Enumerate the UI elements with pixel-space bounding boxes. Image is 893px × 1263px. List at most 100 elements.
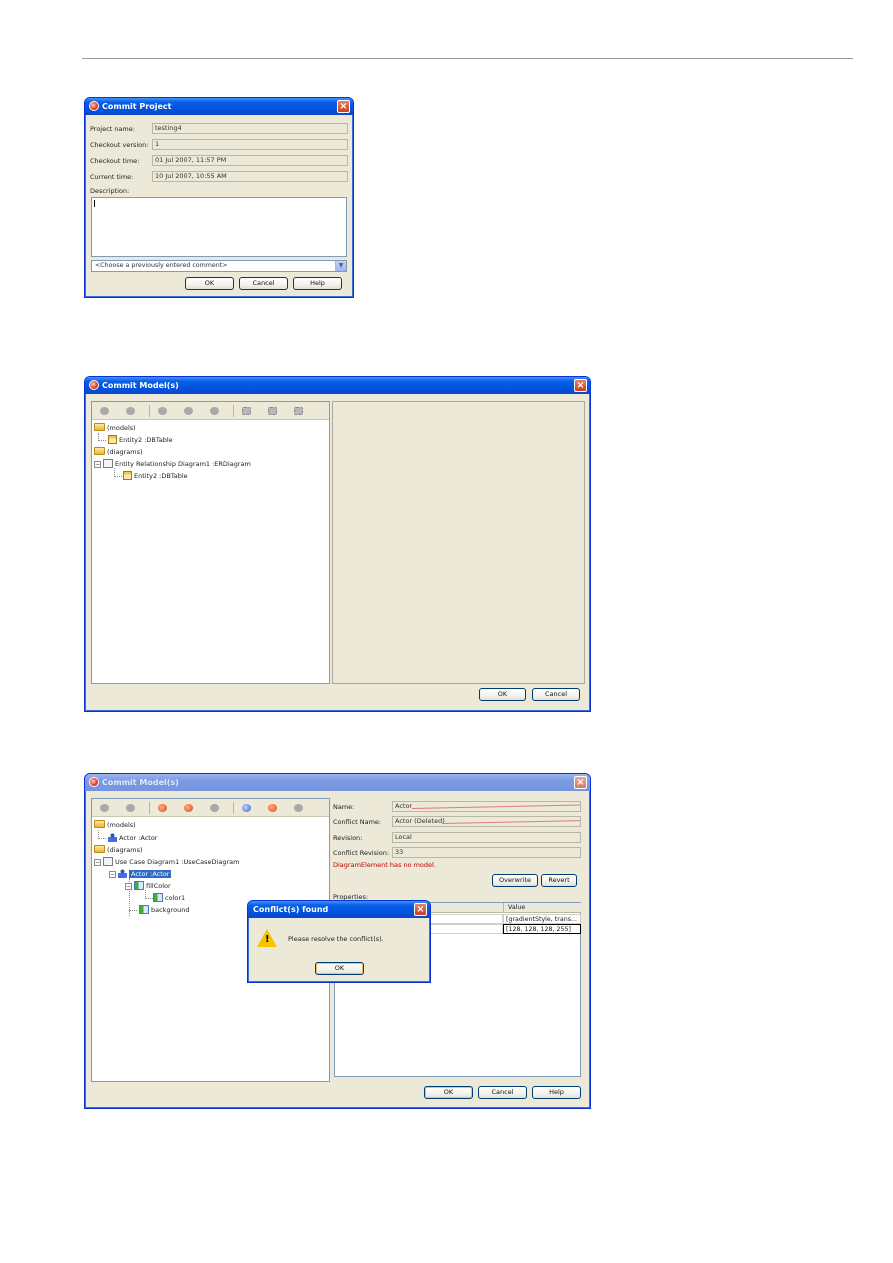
select-icon[interactable] — [242, 804, 251, 812]
tree-node-fillcolor[interactable]: − fillColor — [125, 881, 171, 891]
ok-button[interactable]: OK — [185, 277, 234, 290]
db-table-icon — [108, 435, 117, 444]
cancel-button[interactable]: Cancel — [532, 688, 580, 701]
current-time-label: Current time: — [90, 173, 134, 181]
select-icon[interactable] — [294, 804, 303, 812]
actor-icon — [108, 833, 117, 842]
help-button[interactable]: Help — [293, 277, 342, 290]
col-header-value[interactable]: Value — [503, 903, 581, 913]
ok-button[interactable]: OK — [424, 1086, 473, 1099]
error-message: DiagramElement has no model. — [333, 861, 436, 869]
cancel-button[interactable]: Cancel — [239, 277, 288, 290]
revert-button[interactable]: Revert — [541, 874, 577, 887]
property-icon — [153, 893, 163, 902]
close-button[interactable]: × — [337, 100, 350, 113]
tree-node-actor[interactable]: Actor :Actor — [108, 833, 157, 843]
tree-node-er-diagram[interactable]: − Entity Relationship Diagram1 :ERDiagram — [94, 459, 251, 469]
tree-node-diagram-entity[interactable]: Entity2 :DBTable — [123, 471, 188, 481]
project-name-field: testing4 — [152, 123, 348, 134]
description-textarea[interactable] — [91, 197, 347, 257]
details-panel — [332, 401, 585, 684]
commit-project-dialog: Commit Project × Project name: testing4 … — [84, 97, 354, 298]
text-caret — [94, 200, 95, 207]
property-value-cell[interactable]: [128, 128, 128, 255] — [503, 924, 581, 934]
revision-label: Revision: — [333, 834, 363, 842]
chevron-down-icon[interactable]: ▼ — [335, 261, 346, 271]
collapse-toggle-icon[interactable]: − — [94, 461, 101, 468]
select-icon[interactable] — [294, 407, 303, 415]
toolbar-separator — [149, 405, 150, 417]
cancel-button[interactable]: Cancel — [478, 1086, 527, 1099]
toolbar-separator — [233, 405, 234, 417]
filter-icon[interactable] — [210, 407, 219, 415]
expand-all-icon[interactable] — [100, 407, 109, 415]
actor-icon — [118, 869, 127, 878]
tree-node-usecase-diagram[interactable]: − Use Case Diagram1 :UseCaseDiagram — [94, 857, 239, 867]
conflict-revision-label: Conflict Revision: — [333, 849, 390, 857]
toolbar-separator — [149, 802, 150, 814]
title-bar: Commit Model(s) × — [85, 377, 590, 394]
overwrite-button[interactable]: Overwrite — [492, 874, 538, 887]
popup-title: Conflict(s) found — [253, 905, 329, 914]
close-button[interactable]: × — [414, 903, 427, 916]
conflict-name-label: Conflict Name: — [333, 818, 382, 826]
folder-icon — [94, 447, 105, 455]
app-icon — [89, 777, 99, 787]
tree-node-diagrams[interactable]: (diagrams) — [94, 447, 143, 457]
dialog-title: Commit Model(s) — [102, 778, 179, 787]
filter-icon[interactable] — [158, 804, 167, 812]
filter-icon[interactable] — [184, 804, 193, 812]
current-time-field: 10 Jul 2007, 10:55 AM — [152, 171, 348, 182]
previous-comment-combo[interactable]: <Choose a previously entered comment> ▼ — [91, 260, 347, 272]
select-icon[interactable] — [268, 804, 277, 812]
close-button[interactable]: × — [574, 379, 587, 392]
tree-toolbar — [92, 402, 329, 420]
ok-button[interactable]: OK — [479, 688, 526, 701]
select-icon[interactable] — [268, 407, 277, 415]
close-button[interactable]: × — [574, 776, 587, 789]
tree-node-selected-actor[interactable]: − Actor :Actor — [109, 869, 172, 879]
er-diagram-icon — [103, 459, 113, 468]
select-icon[interactable] — [242, 407, 251, 415]
model-tree-panel: (models) Entity2 :DBTable (diagrams) − En… — [91, 401, 330, 684]
db-table-icon — [123, 471, 132, 480]
revision-field: Local — [392, 832, 581, 843]
help-button[interactable]: Help — [532, 1086, 581, 1099]
dialog-title: Commit Model(s) — [102, 381, 179, 390]
conflict-revision-field: 33 — [392, 847, 581, 858]
tree-node-models[interactable]: (models) — [94, 423, 136, 433]
name-label: Name: — [333, 803, 355, 811]
property-value-cell[interactable]: [gradientStyle, trans... — [503, 914, 581, 924]
checkout-time-field: 01 Jul 2007, 11:57 PM — [152, 155, 348, 166]
collapse-toggle-icon[interactable]: − — [94, 859, 101, 866]
app-icon — [89, 101, 99, 111]
commit-models-dialog: Commit Model(s) × (models) Entity2 :DBTa… — [84, 376, 591, 712]
collapse-all-icon[interactable] — [126, 804, 135, 812]
filter-icon[interactable] — [158, 407, 167, 415]
tree-node-models[interactable]: (models) — [94, 820, 136, 830]
property-icon — [139, 905, 149, 914]
filter-icon[interactable] — [210, 804, 219, 812]
folder-icon — [94, 845, 105, 853]
app-icon — [89, 380, 99, 390]
page-header-rule — [82, 58, 853, 59]
dialog-title: Commit Project — [102, 102, 172, 111]
title-bar: Conflict(s) found × — [248, 901, 430, 918]
checkout-version-field: 1 — [152, 139, 348, 150]
tree-node-background[interactable]: background — [139, 905, 189, 915]
tree-node-entity[interactable]: Entity2 :DBTable — [108, 435, 173, 445]
tree-node-diagrams[interactable]: (diagrams) — [94, 845, 143, 855]
description-label: Description: — [90, 187, 130, 195]
combo-value: <Choose a previously entered comment> — [95, 262, 228, 269]
title-bar: Commit Project × — [85, 98, 353, 115]
collapse-toggle-icon[interactable]: − — [109, 871, 116, 878]
folder-icon — [94, 820, 105, 828]
collapse-all-icon[interactable] — [126, 407, 135, 415]
checkout-time-label: Checkout time: — [90, 157, 140, 165]
title-bar: Commit Model(s) × — [85, 774, 590, 791]
tree-node-color1[interactable]: color1 — [153, 893, 185, 903]
ok-button[interactable]: OK — [315, 962, 364, 975]
filter-icon[interactable] — [184, 407, 193, 415]
collapse-toggle-icon[interactable]: − — [125, 883, 132, 890]
expand-all-icon[interactable] — [100, 804, 109, 812]
